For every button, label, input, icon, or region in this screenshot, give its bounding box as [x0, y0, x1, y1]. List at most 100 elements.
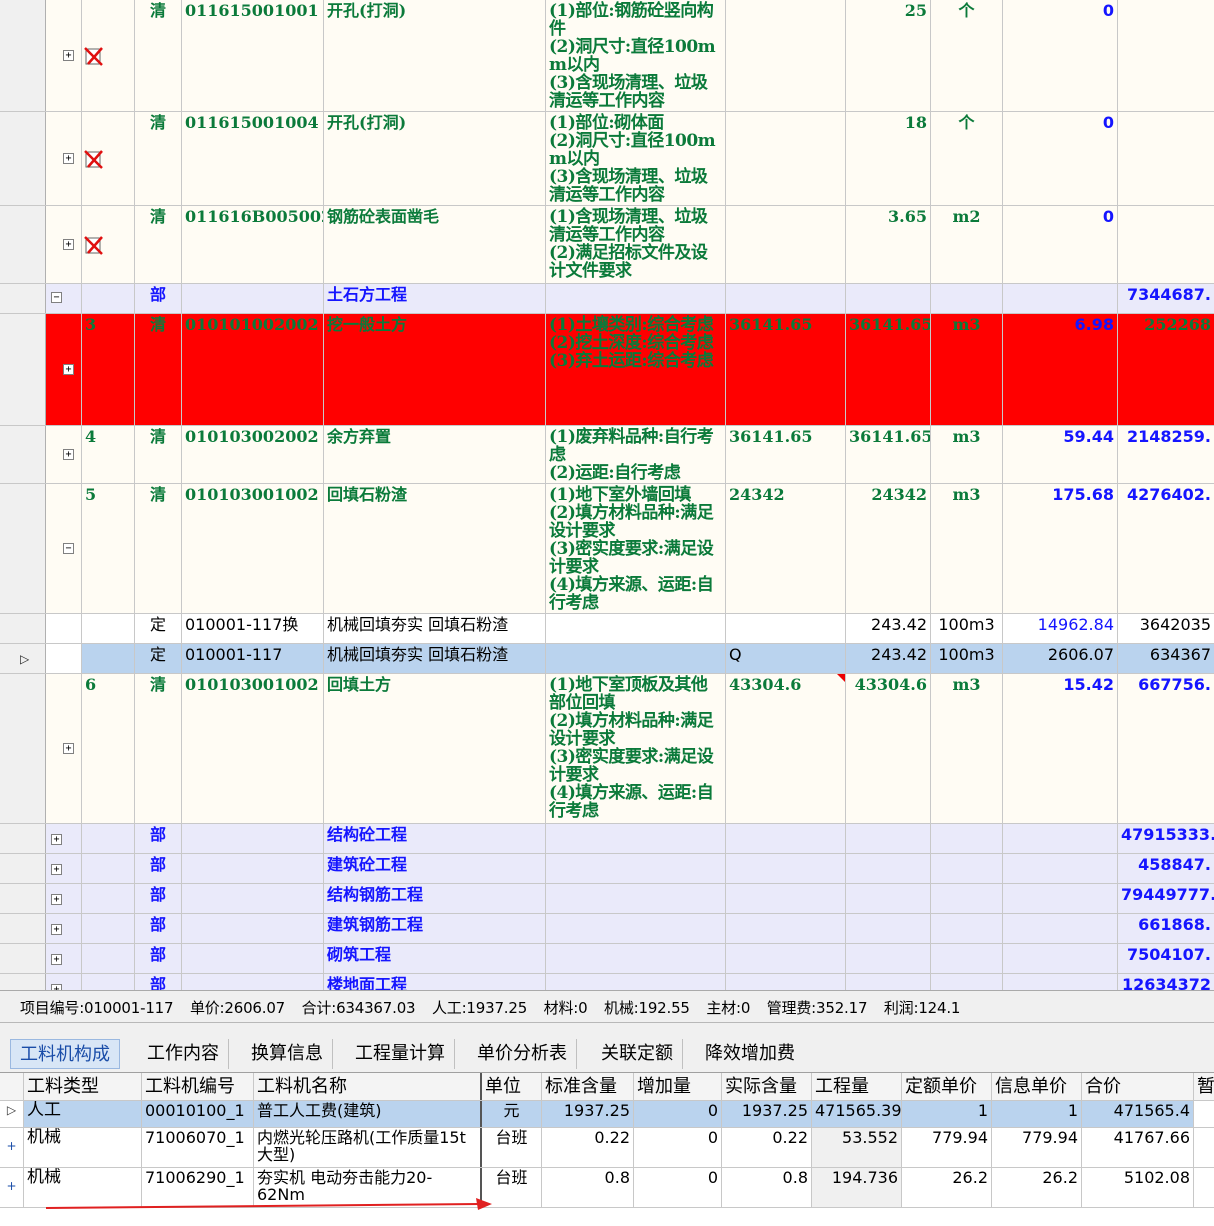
expand-toggle[interactable]: + — [51, 834, 62, 845]
row-name: 楼地面工程 — [327, 975, 408, 991]
row-header[interactable] — [0, 284, 46, 313]
collapse-toggle[interactable]: − — [51, 292, 62, 303]
grid-row[interactable]: 5 − 清 010103001002 回填石粉渣 (1)地下室外墙回填 (2)填方材料品种… — [0, 484, 1214, 614]
grid-row[interactable]: ▷ 定 010001-117 机械回填夯实 回填石粉渣 Q 243.42 100m3 2606… — [0, 644, 1214, 674]
expand-toggle[interactable]: + — [63, 364, 74, 375]
res-add[interactable]: 0 — [634, 1168, 722, 1207]
res-info-price[interactable]: 26.2 — [992, 1168, 1082, 1207]
tab-efficiency-fee[interactable]: 降效增加费 — [696, 1039, 804, 1069]
row-price: 2606.07 — [1047, 645, 1114, 664]
res-std[interactable]: 0.22 — [542, 1128, 634, 1167]
grid-row[interactable]: − 部 土石方工程 7344687. — [0, 284, 1214, 314]
delete-mark-icon[interactable] — [83, 148, 105, 170]
grid-row[interactable]: + 部 结构砼工程 47915333. — [0, 824, 1214, 854]
res-info-price[interactable]: 779.94 — [992, 1128, 1082, 1167]
res-add[interactable]: 0 — [634, 1128, 722, 1167]
grid-row[interactable]: 定 010001-117换 机械回填夯实 回填石粉渣 243.42 100m3 14962… — [0, 614, 1214, 644]
row-header[interactable] — [0, 914, 46, 943]
qty-cell — [846, 944, 931, 973]
qty-expression-cell — [726, 284, 846, 313]
type-cell: 部 — [135, 974, 182, 990]
tree-cell — [46, 614, 82, 643]
res-add[interactable]: 0 — [634, 1101, 722, 1127]
qty-expression-cell — [726, 206, 846, 283]
row-header[interactable] — [0, 484, 46, 613]
header-qty[interactable]: 工程量 — [812, 1073, 902, 1100]
expand-toggle[interactable]: + — [63, 743, 74, 754]
row-header[interactable]: ▷ — [0, 644, 46, 673]
expand-toggle[interactable]: + — [63, 239, 74, 250]
tab-quantity-calc[interactable]: 工程量计算 — [346, 1039, 455, 1069]
tab-unit-price-analysis[interactable]: 单价分析表 — [468, 1039, 577, 1069]
header-code[interactable]: 工料机编号 — [142, 1073, 254, 1100]
info-labor: 人工:1937.25 — [431, 999, 528, 1017]
row-header[interactable] — [0, 314, 46, 425]
header-provisional[interactable]: 暂 — [1194, 1073, 1214, 1100]
res-actual[interactable]: 1937.25 — [722, 1101, 812, 1127]
row-header[interactable] — [0, 0, 46, 111]
resource-row[interactable]: ▷ 人工 00010100_1 普工人工费(建筑) 元 1937.25 0 1937.25 47… — [0, 1101, 1214, 1128]
row-header[interactable] — [0, 614, 46, 643]
tab-resource-composition[interactable]: 工料机构成 — [10, 1039, 120, 1069]
res-std[interactable]: 0.8 — [542, 1168, 634, 1207]
tab-conversion-info[interactable]: 换算信息 — [242, 1039, 333, 1069]
expand-toggle[interactable]: + — [51, 864, 62, 875]
res-info-price[interactable]: 1 — [992, 1101, 1082, 1127]
resource-row[interactable]: + 机械 71006070_1 内燃光轮压路机(工作质量15t 大型) 台班 0.22 0 0… — [0, 1128, 1214, 1168]
row-marker[interactable]: ▷ — [0, 1101, 24, 1127]
delete-mark-icon[interactable] — [83, 234, 105, 256]
header-name[interactable]: 工料机名称 — [254, 1073, 482, 1100]
grid-row[interactable]: 3 + 清 010101002002 挖一般土方 (1)土壤类别:综合考虑 (2)挖土深度… — [0, 314, 1214, 426]
row-header[interactable] — [0, 112, 46, 205]
grid-row[interactable]: + 部 砌筑工程 7504107. — [0, 944, 1214, 974]
row-marker[interactable]: + — [0, 1128, 24, 1167]
row-type: 定 — [149, 615, 166, 634]
grid-row[interactable]: 6 + 清 010103001002 回填土方 (1)地下室顶板及其他部位回填 (2)填方… — [0, 674, 1214, 824]
expand-toggle[interactable]: + — [63, 449, 74, 460]
grid-row[interactable]: 4 + 清 010103002002 余方弃置 (1)废弃料品种:自行考虑 (2)运距:自… — [0, 426, 1214, 484]
tab-work-content[interactable]: 工作内容 — [138, 1039, 229, 1069]
grid-row[interactable]: + 部 建筑砼工程 458847. — [0, 854, 1214, 884]
header-type[interactable]: 工料类型 — [24, 1073, 142, 1100]
row-header[interactable] — [0, 674, 46, 823]
name-cell: 挖一般土方 — [324, 314, 546, 425]
info-unit-price: 单价:2606.07 — [189, 999, 286, 1017]
row-header[interactable] — [0, 974, 46, 990]
res-actual[interactable]: 0.8 — [722, 1168, 812, 1207]
delete-mark-icon[interactable] — [83, 45, 105, 67]
qty-expression-cell — [726, 112, 846, 205]
res-std[interactable]: 1937.25 — [542, 1101, 634, 1127]
header-actual[interactable]: 实际含量 — [722, 1073, 812, 1100]
row-header[interactable] — [0, 944, 46, 973]
header-add[interactable]: 增加量 — [634, 1073, 722, 1100]
header-quota-price[interactable]: 定额单价 — [902, 1073, 992, 1100]
expand-toggle[interactable]: + — [63, 153, 74, 164]
expand-toggle[interactable]: + — [51, 924, 62, 935]
grid-row[interactable]: + 清 011616B005002 钢筋砼表面凿毛 (1)含现场清理、垃圾清运等工作内容… — [0, 206, 1214, 284]
expand-toggle[interactable]: + — [63, 50, 74, 61]
expand-toggle[interactable]: + — [51, 954, 62, 965]
collapse-toggle[interactable]: − — [63, 543, 74, 554]
row-header[interactable] — [0, 854, 46, 883]
expand-toggle[interactable]: + — [51, 894, 62, 905]
grid-row[interactable]: + 清 011615001004 开孔(打洞) (1)部位:砌体面 (2)洞尺寸:直径1… — [0, 112, 1214, 206]
row-marker[interactable]: + — [0, 1168, 24, 1207]
bill-grid[interactable]: + 清 011615001001 开孔(打洞) (1)部位:钢筋砼竖向构件 (2)洞尺寸… — [0, 0, 1214, 990]
row-header[interactable] — [0, 824, 46, 853]
row-header[interactable] — [0, 426, 46, 483]
info-total: 合计:634367.03 — [301, 999, 416, 1017]
row-header[interactable] — [0, 206, 46, 283]
grid-row[interactable]: + 部 结构钢筋工程 79449777. — [0, 884, 1214, 914]
row-unit: m3 — [952, 427, 981, 446]
res-actual[interactable]: 0.22 — [722, 1128, 812, 1167]
grid-row[interactable]: + 清 011615001001 开孔(打洞) (1)部位:钢筋砼竖向构件 (2)洞尺寸… — [0, 0, 1214, 112]
grid-row[interactable]: + 部 建筑钢筋工程 661868. — [0, 914, 1214, 944]
grid-row[interactable]: + 部楼地面工程 12634372 — [0, 974, 1214, 990]
header-unit[interactable]: 单位 — [482, 1073, 542, 1100]
tab-related-quota[interactable]: 关联定额 — [592, 1039, 683, 1069]
header-std[interactable]: 标准含量 — [542, 1073, 634, 1100]
row-header[interactable] — [0, 884, 46, 913]
header-total[interactable]: 合价 — [1082, 1073, 1194, 1100]
code-cell: 010001-117换 — [182, 614, 324, 643]
header-info-price[interactable]: 信息单价 — [992, 1073, 1082, 1100]
